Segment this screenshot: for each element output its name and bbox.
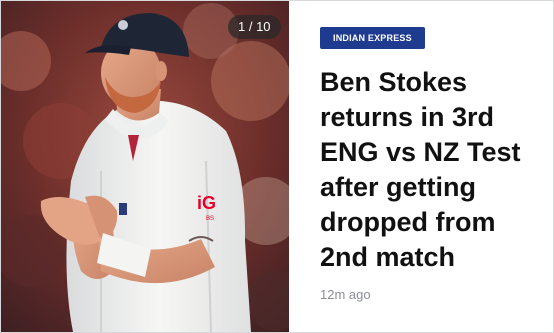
svg-text:BS: BS (206, 216, 214, 222)
timestamp: 12m ago (320, 287, 371, 302)
slide-counter: 1 / 10 (228, 15, 281, 39)
article-photo[interactable]: iG BS 1 / 10 (1, 1, 289, 332)
ben-stokes-photo: iG BS (1, 1, 289, 332)
article-content[interactable]: INDIAN EXPRESS Ben Stokes returns in 3rd… (289, 1, 553, 332)
headline[interactable]: Ben Stokes returns in 3rd ENG vs NZ Test… (320, 65, 545, 275)
sponsor-logo: iG (197, 193, 216, 213)
news-card[interactable]: iG BS 1 / 10 INDIAN EXPRESS Ben Stokes r… (0, 0, 554, 333)
source-badge[interactable]: INDIAN EXPRESS (320, 27, 425, 49)
